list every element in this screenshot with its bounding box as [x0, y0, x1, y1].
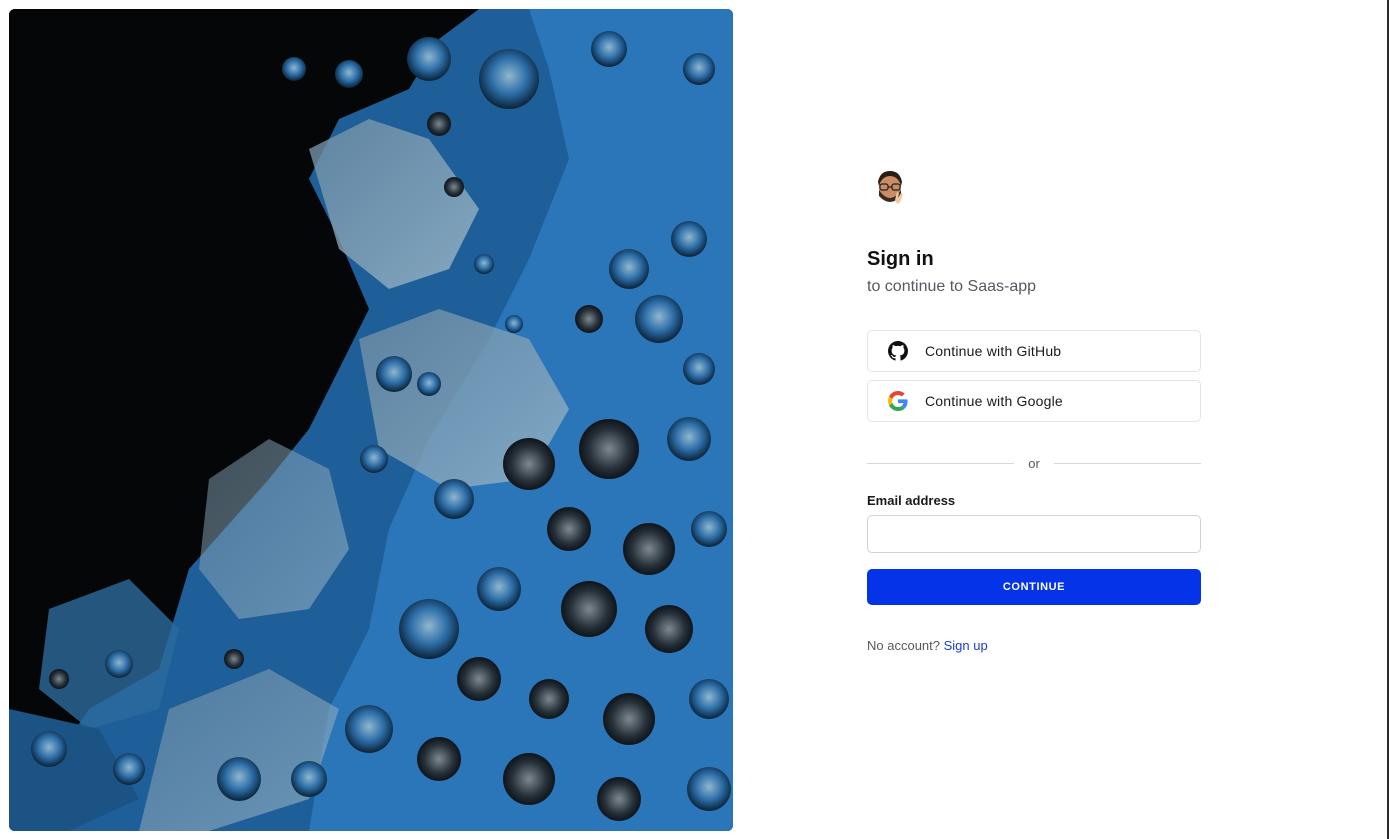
- memoji-avatar-icon: [868, 166, 912, 210]
- continue-with-github-button[interactable]: Continue with GitHub: [867, 330, 1201, 372]
- github-icon: [888, 341, 908, 361]
- hero-artwork-image: [9, 9, 733, 831]
- sign-in-card: Sign in to continue to Saas-app Continue…: [867, 166, 1201, 653]
- continue-button[interactable]: CONTINUE: [867, 569, 1201, 605]
- sign-in-page: Sign in to continue to Saas-app Continue…: [0, 0, 1389, 839]
- divider-line-right: [1053, 462, 1201, 464]
- signup-prompt: No account? Sign up: [867, 638, 1201, 653]
- divider-line-left: [867, 462, 1015, 464]
- page-subtitle: to continue to Saas-app: [867, 278, 1037, 295]
- no-account-text: No account?: [867, 638, 940, 653]
- or-divider: or: [867, 448, 1201, 478]
- sign-up-link[interactable]: Sign up: [944, 638, 988, 653]
- email-field[interactable]: [867, 515, 1201, 553]
- google-icon: [888, 391, 908, 411]
- email-label: Email address: [867, 493, 956, 508]
- google-button-label: Continue with Google: [925, 393, 1063, 409]
- github-button-label: Continue with GitHub: [925, 343, 1062, 359]
- continue-with-google-button[interactable]: Continue with Google: [867, 380, 1201, 422]
- divider-text: or: [1028, 455, 1040, 471]
- fluid-art-graphic: [9, 9, 733, 831]
- page-title: Sign in: [867, 248, 934, 270]
